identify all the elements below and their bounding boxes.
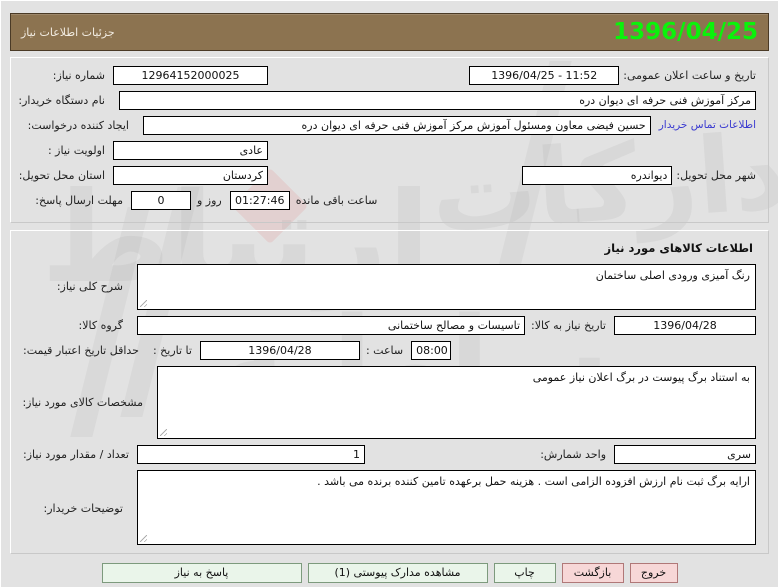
window-titlebar: 1396/04/25 جزئیات اطلاعات نیاز [10,13,769,51]
row-priority: عادی اولویت نیاز : [23,141,756,160]
buyer-org-value: مرکز آموزش فنی حرفه ای دیوان دره [119,91,756,110]
view-attachments-button[interactable]: مشاهده مدارک پیوستی (1) [307,563,488,583]
until-date-value: 1396/04/28 [199,341,360,360]
row-buyer-org: مرکز آموزش فنی حرفه ای دیوان دره نام دست… [18,91,756,110]
buyer-notes-value[interactable]: ارایه برگ ثبت نام ارزش افزوده الزامی است… [137,470,756,545]
goods-info-panel: اطلاعات کالاهای مورد نیاز رنگ آمیزی ورود… [10,230,769,554]
general-desc-label: شرح کلی نیاز: [56,280,123,293]
province-label: استان محل تحویل: [18,169,105,182]
requester-label: ایجاد کننده درخواست: [27,119,129,132]
row-price-validity: 08:00 ساعت : 1396/04/28 تا تاریخ : حداقل… [23,341,756,360]
row-requester: اطلاعات تماس خریدار حسین فیضی معاون ومسئ… [23,116,756,135]
page-title: جزئیات اطلاعات نیاز [21,25,115,39]
deadline-time-value: 01:27:46 [229,191,290,210]
priority-value: عادی [113,141,268,160]
quantity-label: تعداد / مقدار مورد نیاز: [23,448,129,461]
row-specs: به استناد برگ پیوست در برگ اعلان نیاز عم… [22,366,756,439]
until-date-label: تا تاریخ : [152,344,192,357]
priority-label: اولویت نیاز : [47,144,105,157]
need-number-value: 12964152000025 [113,66,268,85]
row-need-number: تاریخ و ساعت اعلان عمومی: 1396/04/25 - 1… [23,66,756,85]
page-root: ارتباط سامانه تدارکات 1396/04/25 جزئیات … [0,0,779,588]
province-value: کردستان [113,166,268,185]
city-label: شهر محل تحویل: [676,169,756,182]
need-date-value: 1396/04/28 [614,316,756,335]
goods-group-value: تاسیسات و مصالح ساختمانی [137,316,526,335]
respond-to-need-button[interactable]: پاسخ به نیاز [101,563,302,583]
exit-button[interactable]: خروج [629,563,678,583]
need-date-label: تاریخ نیاز به کالا: [531,319,606,332]
validity-time-value: 08:00 [411,341,452,360]
validity-time-label: ساعت : [365,344,404,357]
quantity-value: 1 [136,445,365,464]
unit-value: سری [614,445,756,464]
unit-label: واحد شمارش: [540,448,606,461]
row-province-city: شهر محل تحویل: دیواندره کردستان استان مح… [18,166,756,185]
need-number-label: شماره نیاز: [52,69,105,82]
row-general-desc: رنگ آمیزی ورودی اصلی ساختمان شرح کلی نیا… [23,264,756,310]
print-button[interactable]: چاپ [493,563,556,583]
back-button[interactable]: بازگشت [561,563,624,583]
announce-datetime-value: 1396/04/25 - 11:52 [469,66,620,85]
buyer-org-label: نام دستگاه خریدار: [18,94,105,107]
footer-button-bar: خروج بازگشت چاپ مشاهده مدارک پیوستی (1) … [1,563,778,583]
general-desc-value[interactable]: رنگ آمیزی ورودی اصلی ساختمان [137,264,756,310]
specs-value[interactable]: به استناد برگ پیوست در برگ اعلان نیاز عم… [157,366,756,439]
specs-label: مشخصات کالای مورد نیاز: [22,396,143,409]
current-date: 1396/04/25 [613,19,758,45]
request-info-panel: تاریخ و ساعت اعلان عمومی: 1396/04/25 - 1… [10,57,769,223]
goods-group-label: گروه کالا: [78,319,123,332]
deadline-days-value: 0 [131,191,191,210]
row-quantity-unit: سری واحد شمارش: 1 تعداد / مقدار مورد نیا… [23,445,756,464]
announce-datetime-label: تاریخ و ساعت اعلان عمومی: [623,69,756,82]
deadline-suffix-label: ساعت باقی مانده [295,194,378,207]
deadline-days-unit-label: روز و [197,194,222,207]
buyer-contact-link[interactable]: اطلاعات تماس خریدار [659,116,756,131]
row-buyer-notes: ارایه برگ ثبت نام ارزش افزوده الزامی است… [23,470,756,545]
price-validity-label: حداقل تاریخ اعتبار قیمت: [23,344,139,357]
row-goods-group: 1396/04/28 تاریخ نیاز به کالا: تاسیسات و… [23,316,756,335]
buyer-notes-label: توضیحات خریدار: [43,502,124,515]
requester-value: حسین فیضی معاون ومسئول آموزش مرکز آموزش … [143,116,651,135]
deadline-label: مهلت ارسال پاسخ: [35,194,123,207]
row-deadline: ساعت باقی مانده 01:27:46 روز و 0 مهلت ار… [23,191,756,210]
goods-section-title: اطلاعات کالاهای مورد نیاز [604,241,753,255]
city-value: دیواندره [522,166,673,185]
